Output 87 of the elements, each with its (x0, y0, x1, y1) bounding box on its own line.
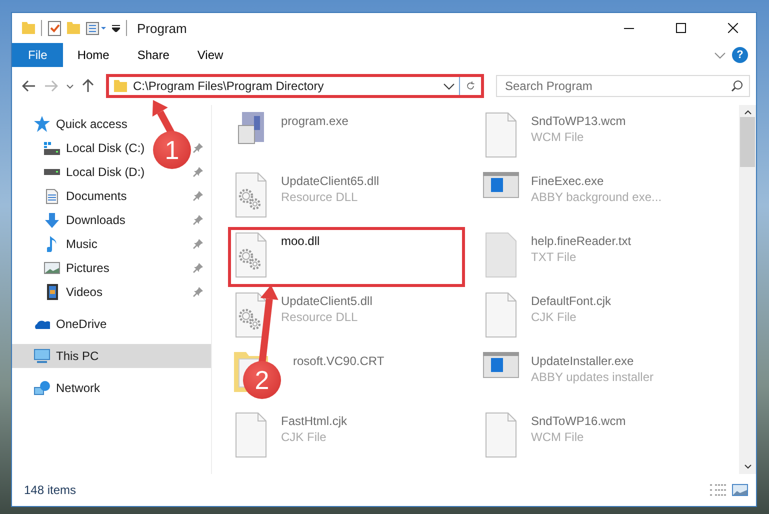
sidebar-item[interactable]: Documents (44, 184, 127, 208)
file-type: ABBY updates installer (531, 370, 654, 384)
down-arrow-icon (45, 212, 59, 228)
drive-icon (44, 169, 60, 175)
file-name[interactable]: FastHtml.cjk (281, 414, 347, 428)
gears-document-icon (235, 232, 267, 278)
file-name[interactable]: FineExec.exe (531, 174, 662, 188)
music-note-icon (47, 236, 57, 252)
star-icon (34, 116, 50, 132)
application-window-icon (483, 352, 519, 378)
document-icon (485, 232, 517, 278)
address-field[interactable]: C:\Program Files\Program Directory (106, 74, 484, 98)
document-icon (485, 292, 517, 338)
window-title: Program (137, 20, 188, 36)
properties-icon[interactable] (86, 22, 106, 34)
file-name[interactable]: UpdateClient5.dll (281, 294, 372, 308)
scrollbar[interactable] (739, 105, 756, 474)
refresh-icon (466, 80, 475, 92)
file-type: CJK File (281, 430, 328, 444)
sidebar-item[interactable]: Music (44, 232, 98, 256)
file-type: CJK File (531, 310, 578, 324)
up-button[interactable] (80, 77, 96, 95)
forward-arrow-icon (44, 80, 58, 92)
monitor-icon (34, 349, 50, 363)
search-icon[interactable] (731, 80, 743, 92)
file-name[interactable]: rosoft.VC90.CRT (293, 354, 384, 368)
installer-icon (238, 112, 264, 144)
sidebar-item-selected[interactable]: This PC (12, 344, 211, 368)
file-type: WCM File (531, 130, 585, 144)
sidebar-item[interactable]: OneDrive (34, 312, 107, 336)
file-type: TXT File (531, 250, 578, 264)
up-arrow-icon (82, 79, 94, 93)
ribbon-tab[interactable]: Home (63, 43, 124, 67)
sidebar-item[interactable]: Local Disk (D:) (44, 160, 145, 184)
help-button[interactable]: ? (732, 47, 748, 63)
document-icon (485, 412, 517, 458)
document-icon (235, 412, 267, 458)
file-name[interactable]: moo.dll (281, 234, 320, 248)
document-icon (485, 112, 517, 158)
back-arrow-icon (22, 80, 36, 92)
file-name[interactable]: SndToWP16.wcm (531, 414, 626, 428)
recent-locations-button[interactable] (64, 82, 76, 90)
file-name[interactable]: program.exe (281, 114, 348, 128)
application-window-icon (483, 172, 519, 198)
ribbon-tab[interactable]: View (183, 43, 238, 67)
large-icons-view-icon[interactable] (732, 484, 748, 496)
scrollbar-thumb[interactable] (740, 117, 755, 167)
caret-icon (66, 84, 74, 88)
close-icon (728, 23, 738, 33)
drive-icon (44, 142, 60, 154)
sidebar-item[interactable]: Network (34, 376, 100, 400)
document-icon (46, 188, 58, 204)
film-icon (46, 284, 58, 300)
checklist-icon[interactable] (48, 20, 61, 36)
sidebar-item[interactable]: Local Disk (C:) (44, 136, 145, 160)
gears-document-icon (235, 292, 267, 338)
file-type: ABBY background exe... (531, 190, 662, 204)
maximize-icon (676, 23, 686, 33)
ribbon-tab[interactable]: File (12, 43, 64, 67)
dropdown-icon[interactable] (112, 24, 120, 32)
network-icon (34, 381, 50, 395)
folder-icon (22, 22, 35, 34)
gears-document-icon (235, 172, 267, 218)
search-field[interactable]: Search Program (496, 75, 750, 97)
sidebar-item[interactable]: Videos (44, 280, 102, 304)
chevron-down-icon[interactable] (714, 52, 726, 59)
folder-icon (114, 80, 127, 92)
item-count: 148 items (24, 483, 78, 497)
sidebar-item[interactable]: Pictures (44, 256, 110, 280)
file-type: Resource DLL (281, 310, 359, 324)
scroll-down-icon[interactable] (744, 464, 752, 469)
file-name[interactable]: UpdateClient65.dll (281, 174, 380, 188)
ribbon-tab[interactable]: Share (123, 43, 184, 67)
dropdown-icon[interactable] (443, 82, 455, 90)
details-view-icon[interactable] (710, 484, 726, 496)
cloud-icon (34, 320, 50, 328)
file-name[interactable]: UpdateInstaller.exe (531, 354, 654, 368)
file-type: WCM File (531, 430, 585, 444)
file-name[interactable]: DefaultFont.cjk (531, 294, 612, 308)
file-name[interactable]: help.fineReader.txt (531, 234, 632, 248)
picture-icon (44, 262, 60, 274)
file-name[interactable]: SndToWP13.wcm (531, 114, 626, 128)
sidebar-item[interactable]: Quick access (34, 112, 128, 136)
file-type: Resource DLL (281, 190, 359, 204)
back-button[interactable] (20, 78, 38, 94)
scroll-up-icon[interactable] (744, 110, 752, 115)
sidebar-item[interactable]: Downloads (44, 208, 126, 232)
